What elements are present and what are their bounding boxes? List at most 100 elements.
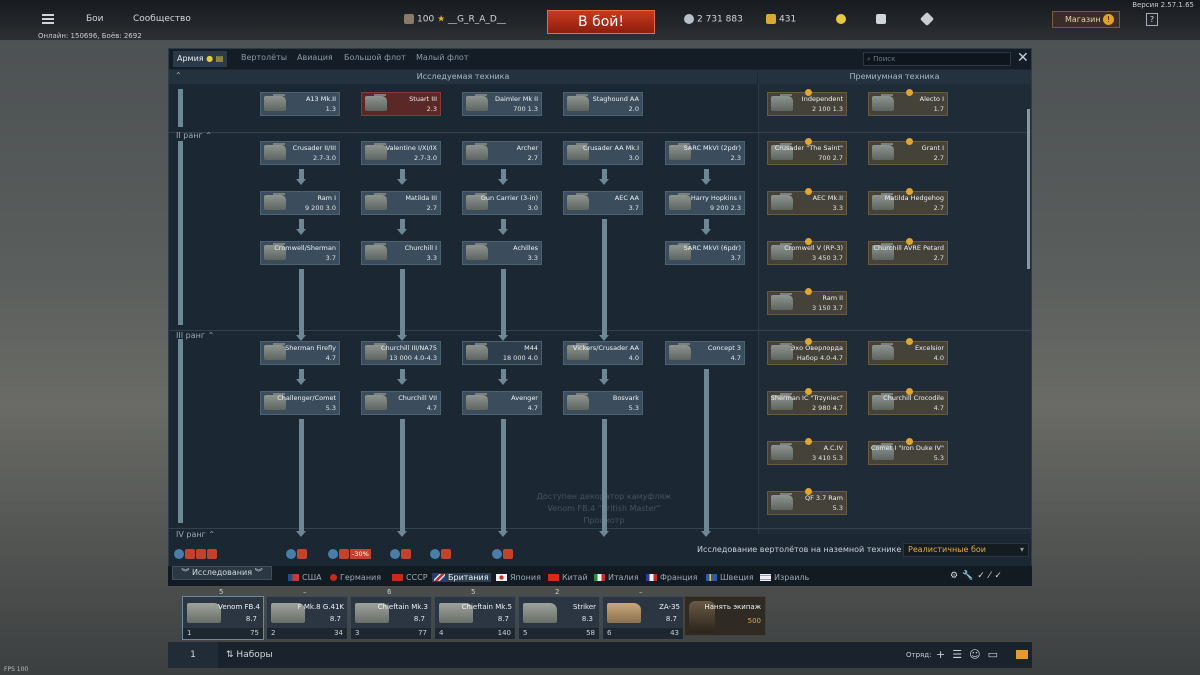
vehicle-card[interactable]: Bosvark 5.3	[563, 391, 643, 415]
premium-vehicle-card[interactable]: Ram II 3 150 3.7	[767, 288, 847, 315]
premium-vehicle-card[interactable]: Grant I 2.7	[868, 138, 948, 165]
tree-scrollbar[interactable]	[1027, 109, 1030, 269]
premium-vehicle-card[interactable]: AEC Mk.II 3.3	[767, 188, 847, 215]
vehicle-card[interactable]: Cromwell/Sherman 3.7	[260, 241, 340, 265]
premium-vehicle-card[interactable]: Churchill AVRE Petard 2.7	[868, 238, 948, 265]
close-icon[interactable]: ✕	[1017, 50, 1029, 66]
premium-vehicle-card[interactable]: QF 3.7 Ram 5.3	[767, 488, 847, 515]
gem-icon[interactable]	[876, 14, 889, 25]
list-icon[interactable]: ☰	[952, 648, 969, 661]
vehicle-card[interactable]: Achilles 3.3	[462, 241, 542, 265]
premium-vehicle-card[interactable]: Churchill Crocodile 4.7	[868, 388, 948, 415]
game-mode-select[interactable]: Реалистичные бои ▾	[903, 543, 1029, 557]
premium-vehicle-card[interactable]: Crusader "The Saint" 700 2.7	[767, 138, 847, 165]
armored-car-icon	[771, 193, 793, 210]
premium-vehicle-card[interactable]: Эхо Оверлорда Набор 4.0-4.7	[767, 338, 847, 365]
nation-china[interactable]: Китай	[548, 573, 588, 582]
heli-research-toggle[interactable]: Исследование вертолётов на наземной техн…	[697, 545, 918, 554]
player-profile[interactable]: 100 ★ __G_R_A_D__	[404, 14, 506, 25]
vehicle-card[interactable]: A13 Mk.II 1.3	[260, 92, 340, 116]
nation-germany[interactable]: Германия	[330, 573, 381, 582]
vehicle-card[interactable]: SARC MkVI (2pdr) 2.3	[665, 141, 745, 165]
premium-vehicle-card[interactable]: Alecto I 1.7	[868, 89, 948, 116]
camouflage-notice[interactable]: Доступен декоратор камуфляж Venom FB.4 "…	[524, 491, 684, 527]
preset-number[interactable]: 1	[168, 642, 218, 668]
vehicle-card[interactable]: Matilda III 2.7	[361, 191, 441, 215]
chat-icon[interactable]: ▭	[988, 648, 1005, 661]
vehicle-card[interactable]: Churchill VII 4.7	[361, 391, 441, 415]
vehicle-card[interactable]: Crusader AA Mk.I 3.0	[563, 141, 643, 165]
tab-aviation[interactable]: Авиация	[297, 53, 333, 62]
flag-israel-icon	[760, 574, 771, 581]
vehicle-card[interactable]: Churchill III/NA75 13 000 4.0-4.3	[361, 341, 441, 365]
vehicle-card[interactable]: Challenger/Comet 5.3	[260, 391, 340, 415]
premium-vehicle-card[interactable]: Matilda Hedgehog 2.7	[868, 188, 948, 215]
nation-italy[interactable]: Италия	[594, 573, 639, 582]
vehicle-card[interactable]: Valentine I/XI/IX 2.7-3.0	[361, 141, 441, 165]
golden-eagles[interactable]: 431	[766, 14, 796, 25]
vehicle-card[interactable]: Crusader II/III 2.7-3.0	[260, 141, 340, 165]
nation-britain[interactable]: Британия	[432, 573, 491, 582]
nation-sweden[interactable]: Швеция	[706, 573, 754, 582]
vehicle-card[interactable]: Sherman Firefly 4.7	[260, 341, 340, 365]
ticket-icon[interactable]	[919, 11, 935, 27]
rank-label-2[interactable]: II ранг ⌃	[176, 131, 212, 140]
collapse-chevron-icon[interactable]: ⌃	[175, 71, 182, 80]
vehicle-card[interactable]: Gun Carrier (3-in) 3.0	[462, 191, 542, 215]
gear-icon[interactable]: ⚙	[950, 571, 962, 581]
mail-icon[interactable]	[1016, 650, 1028, 659]
vehicle-card[interactable]: M44 18 000 4.0	[462, 341, 542, 365]
help-button[interactable]: ?	[1146, 13, 1158, 26]
research-button[interactable]: ︾ Исследования ︾	[172, 566, 272, 580]
premium-vehicle-card[interactable]: Sherman IC "Trzyniec" 2 980 4.7	[767, 388, 847, 415]
vehicle-card[interactable]: Concept 3 4.7	[665, 341, 745, 365]
vehicle-card[interactable]: Avenger 4.7	[462, 391, 542, 415]
wrench-icon[interactable]: 🔧	[962, 571, 977, 581]
nation-japan[interactable]: Япония	[496, 573, 541, 582]
crew-slot[interactable]: 6 Chieftain Mk.3 8.7 3 77	[350, 588, 432, 640]
check-icon[interactable]: ✓	[977, 571, 989, 581]
vehicle-card[interactable]: Churchill I 3.3	[361, 241, 441, 265]
vehicle-card[interactable]: Ram I9 200 3.0	[260, 191, 340, 215]
premium-vehicle-card[interactable]: Independent 2 100 1.3	[767, 89, 847, 116]
crew-slot[interactable]: 5 Venom FB.4 8.7 1 75	[182, 588, 264, 640]
silver-lions[interactable]: 2 731 883	[684, 14, 743, 25]
crew-slot[interactable]: 2 Striker 8.3 5 58	[518, 588, 600, 640]
presets-button[interactable]: ⇅ Наборы	[226, 650, 273, 660]
nation-israel[interactable]: Израиль	[760, 573, 809, 582]
vehicle-card[interactable]: Harry Hopkins I9 200 2.3	[665, 191, 745, 215]
vehicle-card[interactable]: SARC MkVI (6pdr) 3.7	[665, 241, 745, 265]
check-all-icon[interactable]: ✓	[994, 571, 1006, 581]
hire-crew-button[interactable]: Нанять экипаж 500	[684, 596, 766, 636]
nation-ussr[interactable]: СССР	[392, 573, 428, 582]
to-battle-button[interactable]: В бой!	[547, 10, 655, 34]
vehicle-card[interactable]: Vickers/Crusader AA 4.0	[563, 341, 643, 365]
premium-vehicle-card[interactable]: A.C.IV 3 410 5.3	[767, 438, 847, 465]
shop-button[interactable]: Магазин !	[1052, 11, 1120, 28]
nation-usa[interactable]: США	[288, 573, 322, 582]
menu-icon[interactable]	[42, 14, 54, 24]
rank-label-4[interactable]: IV ранг ⌃	[176, 530, 215, 539]
crew-slot[interactable]: – F Mk.8 G.41K 8.7 2 34	[266, 588, 348, 640]
vehicle-card[interactable]: Archer 2.7	[462, 141, 542, 165]
tab-bluewater-fleet[interactable]: Большой флот	[344, 53, 406, 62]
premium-vehicle-card[interactable]: Excelsior 4.0	[868, 338, 948, 365]
add-icon[interactable]: +	[936, 648, 952, 661]
nav-battles[interactable]: Бои	[86, 14, 104, 24]
premium-vehicle-card[interactable]: Comet I "Iron Duke IV" 5.3	[868, 438, 948, 465]
vehicle-card[interactable]: Daimler Mk II 700 1.3	[462, 92, 542, 116]
nav-community[interactable]: Сообщество	[133, 14, 191, 24]
vehicle-card[interactable]: Stuart III 2.3	[361, 92, 441, 116]
search-input[interactable]: ⌕ Поиск	[863, 52, 1011, 66]
vehicle-card[interactable]: AEC AA 3.7	[563, 191, 643, 215]
crew-slot[interactable]: – ZA-35 8.7 6 43	[602, 588, 684, 640]
friends-icon[interactable]: ☺	[969, 648, 987, 661]
tab-coastal-fleet[interactable]: Малый флот	[416, 53, 468, 62]
vehicle-card[interactable]: Staghound AA 2.0	[563, 92, 643, 116]
tab-army[interactable]: Армия ● ▤	[173, 51, 228, 67]
crew-slot[interactable]: 5 Chieftain Mk.5 8.7 4 140	[434, 588, 516, 640]
tab-helicopters[interactable]: Вертолёты	[241, 53, 287, 62]
nation-france[interactable]: Франция	[646, 573, 698, 582]
premium-vehicle-card[interactable]: Cromwell V (RP-3) 3 450 3.7	[767, 238, 847, 265]
lightbulb-icon[interactable]	[836, 14, 849, 25]
